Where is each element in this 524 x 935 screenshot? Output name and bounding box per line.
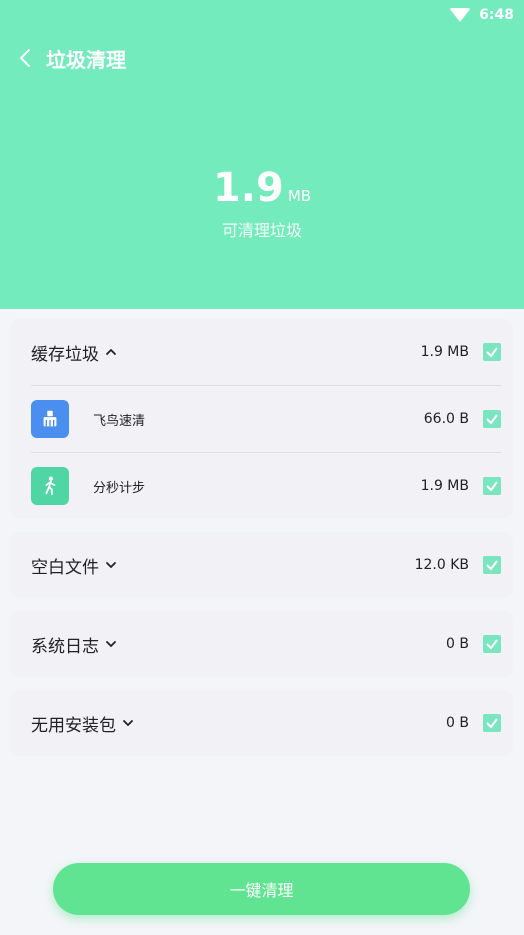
app-row-feiniao[interactable]: 飞鸟速清 66.0 B <box>10 386 513 452</box>
category-checkbox[interactable] <box>483 714 501 732</box>
chevron-down-icon <box>106 641 116 647</box>
app-checkbox[interactable] <box>483 410 501 428</box>
category-name: 缓存垃圾 <box>31 340 117 365</box>
app-row-fenmiao[interactable]: 分秒计步 1.9 MB <box>10 453 513 519</box>
top-bar: 垃圾清理 <box>0 40 524 76</box>
status-bar: 6:48 <box>449 4 514 26</box>
category-card-blank-files: 空白文件 12.0 KB <box>10 532 513 598</box>
category-name: 系统日志 <box>31 632 117 657</box>
header-banner: 6:48 垃圾清理 1.9 MB 可清理垃圾 <box>0 0 524 309</box>
category-card-unused-packages: 无用安装包 0 B <box>10 690 513 756</box>
check-icon <box>486 414 498 425</box>
check-icon <box>486 347 498 358</box>
category-size: 0 B <box>446 636 469 652</box>
category-name: 空白文件 <box>31 553 117 578</box>
junk-size-value: 1.9 <box>212 165 284 211</box>
category-size: 12.0 KB <box>414 557 469 573</box>
back-arrow-icon <box>20 49 30 67</box>
category-size: 0 B <box>446 715 469 731</box>
category-row-system-logs[interactable]: 系统日志 0 B <box>10 611 513 677</box>
app-checkbox[interactable] <box>483 477 501 495</box>
walking-icon <box>31 467 69 505</box>
junk-size-unit: MB <box>287 187 312 205</box>
chevron-down-icon <box>123 720 133 726</box>
one-click-clean-button[interactable]: 一键清理 <box>53 863 470 915</box>
back-button[interactable] <box>6 40 46 76</box>
chevron-up-icon <box>106 349 116 355</box>
category-card-cache: 缓存垃圾 1.9 MB 飞鸟速清 66.0 B 分秒计步 1.9 MB <box>10 319 513 519</box>
check-icon <box>486 560 498 571</box>
category-row-unused-packages[interactable]: 无用安装包 0 B <box>10 690 513 756</box>
category-card-system-logs: 系统日志 0 B <box>10 611 513 677</box>
broom-icon <box>31 400 69 438</box>
app-size: 1.9 MB <box>420 478 469 494</box>
check-icon <box>486 481 498 492</box>
category-checkbox[interactable] <box>483 635 501 653</box>
junk-category-list: 缓存垃圾 1.9 MB 飞鸟速清 66.0 B 分秒计步 1.9 MB 空白文件… <box>10 319 513 769</box>
junk-size-label: 可清理垃圾 <box>221 221 302 240</box>
wifi-icon <box>449 8 472 22</box>
app-name: 分秒计步 <box>93 480 146 496</box>
category-checkbox[interactable] <box>483 556 501 574</box>
app-size: 66.0 B <box>423 411 469 427</box>
status-time: 6:48 <box>479 7 514 23</box>
category-size: 1.9 MB <box>420 344 469 360</box>
check-icon <box>486 639 498 650</box>
junk-summary: 1.9 MB 可清理垃圾 <box>0 165 524 241</box>
check-icon <box>486 718 498 729</box>
app-name: 飞鸟速清 <box>93 413 146 429</box>
category-name: 无用安装包 <box>31 711 134 736</box>
category-row-cache[interactable]: 缓存垃圾 1.9 MB <box>10 319 513 385</box>
category-checkbox[interactable] <box>483 343 501 361</box>
page-title: 垃圾清理 <box>46 47 126 72</box>
chevron-down-icon <box>106 562 116 568</box>
category-row-blank-files[interactable]: 空白文件 12.0 KB <box>10 532 513 598</box>
